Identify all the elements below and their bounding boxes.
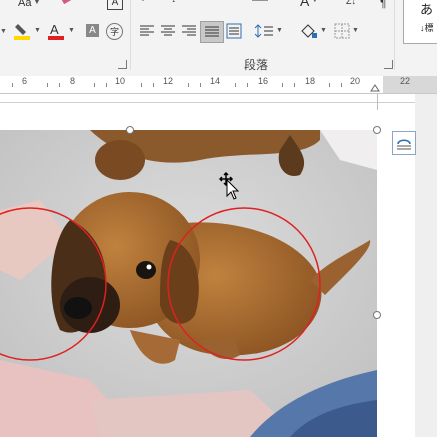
- ruler-mark: [106, 83, 107, 87]
- paragraph-mark-icon[interactable]: ¶: [380, 0, 386, 10]
- font-color-icon[interactable]: A ▼: [46, 22, 75, 40]
- ruler-mark: [341, 83, 342, 87]
- distributed-icon[interactable]: [226, 23, 242, 39]
- ruler-tick: 16: [258, 76, 269, 86]
- ruler-mark: [188, 83, 189, 87]
- enclose-char-label: 字: [109, 26, 119, 37]
- char-shading-label: A: [89, 24, 96, 36]
- ruler-mark: [247, 83, 248, 87]
- ruler-tick: 8: [70, 76, 76, 86]
- svg-text:1: 1: [172, 0, 176, 4]
- selected-picture[interactable]: [0, 130, 377, 437]
- decrease-indent-icon[interactable]: [250, 0, 270, 6]
- font-dialog-launcher-icon[interactable]: [118, 60, 127, 69]
- paragraph-group-label: 段落: [244, 58, 269, 72]
- paragraph-dialog-launcher-icon[interactable]: [384, 60, 393, 69]
- resize-handle-top[interactable]: [126, 126, 134, 134]
- ruler-tick: 14: [210, 76, 221, 86]
- page-edge-line: [0, 102, 415, 103]
- ruler-mark: [235, 83, 236, 87]
- resize-handle-right[interactable]: [373, 311, 381, 319]
- style-gallery-item[interactable]: あ ↓標: [403, 0, 437, 44]
- ruler-tick: 10: [115, 76, 126, 86]
- ruler-tick: 18: [305, 76, 316, 86]
- find-icon[interactable]: A ▼: [300, 0, 318, 8]
- ruler-tick: 12: [163, 76, 174, 86]
- multilevel-list-icon[interactable]: [207, 0, 229, 6]
- eraser-icon[interactable]: [60, 0, 76, 8]
- svg-text:Z↓: Z↓: [346, 0, 356, 6]
- bullets-icon[interactable]: [140, 0, 162, 6]
- group-separator: [394, 0, 395, 70]
- ruler-tick: 22: [400, 76, 411, 86]
- font-size-button[interactable]: Aa ▼: [18, 0, 40, 10]
- layout-options-button[interactable]: [392, 131, 416, 155]
- ruler-mark: [47, 83, 48, 87]
- resize-handle-top-right[interactable]: [373, 126, 381, 134]
- group-separator: [130, 0, 131, 70]
- ruler-mark: [294, 83, 295, 87]
- ruler-mark: [12, 83, 13, 87]
- chevron-down-icon: ▼: [33, 0, 41, 6]
- borders-icon[interactable]: ▼: [334, 23, 359, 39]
- chevron-down-icon[interactable]: ▼: [0, 25, 7, 39]
- char-shading-icon[interactable]: A: [86, 24, 99, 37]
- move-cursor-icon: [219, 172, 240, 200]
- ruler-mark: [141, 83, 142, 87]
- dog-photo: [0, 130, 377, 437]
- highlight-icon[interactable]: ▼: [12, 22, 41, 40]
- ruler-mark: [153, 83, 154, 87]
- line-spacing-icon[interactable]: ▼: [254, 23, 283, 39]
- align-right-icon[interactable]: [181, 24, 197, 38]
- ruler-mark: [329, 83, 330, 87]
- justify-icon[interactable]: [200, 21, 224, 43]
- ruler-mark: [59, 83, 60, 87]
- ruler-tick: 20: [350, 76, 361, 86]
- sort-icon[interactable]: Z↓: [346, 0, 362, 6]
- shading-icon[interactable]: ▼: [298, 23, 327, 39]
- ruler-mark: [94, 83, 95, 87]
- font-size-label: Aa: [18, 0, 32, 9]
- horizontal-ruler[interactable]: 6 8 10 12 14 16 18 20 22: [0, 76, 437, 94]
- enclose-char-icon[interactable]: 字: [106, 23, 123, 40]
- ribbon: Aa ▼ A 1 A ▼ Z↓ ¶ ▼ ▼ A ▼ A 字 ▼ ▼ ▼ あ ↓標…: [0, 0, 437, 77]
- ruler-tick: 6: [22, 76, 28, 86]
- align-center-icon[interactable]: [160, 24, 176, 38]
- align-left-icon[interactable]: [139, 24, 155, 38]
- style-preview-text: あ: [420, 2, 434, 17]
- svg-text:A: A: [50, 22, 59, 37]
- vertical-scroll-strip: [415, 94, 437, 437]
- ruler-mark: [200, 83, 201, 87]
- numbering-icon[interactable]: 1: [172, 0, 194, 6]
- layout-options-icon: [397, 139, 411, 150]
- style-preview-sub: ↓標: [420, 23, 434, 33]
- char-border-icon[interactable]: A: [107, 0, 123, 10]
- margin-corner-line: [377, 94, 378, 110]
- ruler-mark: [282, 83, 283, 87]
- right-indent-marker-icon[interactable]: [370, 83, 380, 92]
